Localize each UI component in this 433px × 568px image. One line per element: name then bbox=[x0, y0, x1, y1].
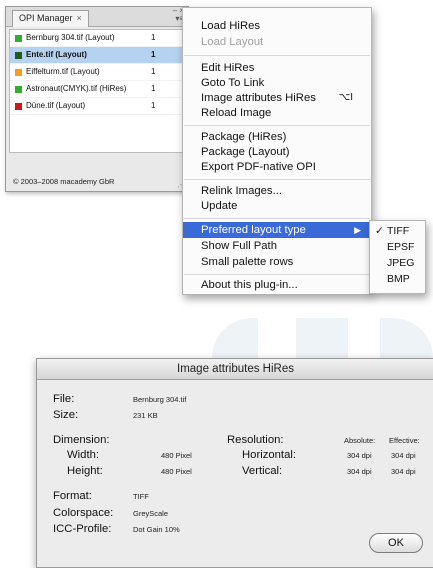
image-count: 1 bbox=[151, 84, 156, 93]
background-decoration bbox=[296, 318, 348, 360]
status-color-swatch bbox=[15, 35, 22, 42]
height-label: Height: bbox=[67, 465, 103, 477]
submenu-arrow-icon: ▶ bbox=[354, 225, 361, 235]
palette-tab-bar: OPI Manager × – × ▾≡ bbox=[6, 7, 188, 27]
status-color-swatch bbox=[15, 103, 22, 110]
submenu-item-bmp[interactable]: BMP bbox=[370, 271, 425, 287]
menu-item-relink-images[interactable]: Relink Images... bbox=[183, 183, 371, 199]
image-name: Ente.tif (Layout) bbox=[26, 50, 87, 59]
close-icon[interactable]: × bbox=[77, 13, 82, 23]
status-color-swatch bbox=[15, 52, 22, 59]
image-list: Bernburg 304.tif (Layout) 1 Ente.tif (La… bbox=[9, 29, 185, 153]
menu-item-update[interactable]: Update bbox=[183, 198, 371, 214]
dimension-label: Dimension: bbox=[53, 434, 110, 446]
menu-item-reload-image[interactable]: Reload Image bbox=[183, 105, 371, 121]
image-name: Düne.tif (Layout) bbox=[26, 101, 86, 110]
menu-item-small-palette-rows[interactable]: Small palette rows bbox=[183, 254, 371, 270]
menu-item-preferred-layout-type[interactable]: Preferred layout type ▶ bbox=[183, 222, 371, 238]
width-value: 480 Pixel bbox=[161, 451, 192, 460]
context-menu: Load HiRes Load Layout Edit HiRes Goto T… bbox=[182, 7, 372, 295]
horizontal-absolute-value: 304 dpi bbox=[347, 451, 372, 460]
menu-separator bbox=[184, 125, 370, 126]
list-item[interactable]: Düne.tif (Layout) 1 bbox=[10, 98, 184, 115]
dialog-title: Image attributes HiRes bbox=[177, 363, 294, 375]
size-value: 231 KB bbox=[133, 411, 158, 420]
list-item[interactable]: Bernburg 304.tif (Layout) 1 bbox=[10, 30, 184, 47]
file-value: Bernburg 304.tif bbox=[133, 395, 187, 404]
colorspace-value: GreyScale bbox=[133, 509, 169, 518]
size-label: Size: bbox=[53, 409, 79, 421]
menu-separator bbox=[184, 179, 370, 180]
ok-button[interactable]: OK bbox=[369, 533, 423, 553]
menu-item-image-attributes[interactable]: Image attributes HiRes ⌥I bbox=[183, 90, 371, 106]
menu-item-package-layout[interactable]: Package (Layout) bbox=[183, 144, 371, 160]
menu-item-show-full-path[interactable]: Show Full Path bbox=[183, 238, 371, 254]
image-attributes-dialog: Image attributes HiRes File: Bernburg 30… bbox=[36, 358, 433, 568]
icc-profile-value: Dot Gain 10% bbox=[133, 525, 180, 534]
image-count: 1 bbox=[151, 50, 156, 59]
image-count: 1 bbox=[151, 67, 156, 76]
list-item-selected[interactable]: Ente.tif (Layout) 1 bbox=[10, 47, 184, 64]
vertical-label: Vertical: bbox=[242, 465, 283, 477]
menu-item-package-hires[interactable]: Package (HiRes) bbox=[183, 129, 371, 145]
image-name: Bernburg 304.tif (Layout) bbox=[26, 33, 115, 42]
tab-opi-manager[interactable]: OPI Manager × bbox=[12, 10, 89, 27]
list-item[interactable]: Eiffelturm.tif (Layout) 1 bbox=[10, 64, 184, 81]
height-value: 480 Pixel bbox=[161, 467, 192, 476]
background-decoration bbox=[380, 318, 433, 360]
colorspace-label: Colorspace: bbox=[53, 507, 114, 519]
file-label: File: bbox=[53, 393, 75, 405]
horizontal-effective-value: 304 dpi bbox=[391, 451, 416, 460]
resolution-label: Resolution: bbox=[227, 434, 284, 446]
tab-title: OPI Manager bbox=[19, 13, 73, 23]
menu-item-goto-link[interactable]: Goto To Link bbox=[183, 75, 371, 91]
status-color-swatch bbox=[15, 86, 22, 93]
format-label: Format: bbox=[53, 490, 92, 502]
menu-item-export-pdf[interactable]: Export PDF-native OPI bbox=[183, 159, 371, 175]
layout-type-submenu: ✓ TIFF EPSF JPEG BMP bbox=[369, 220, 426, 294]
menu-item-load-layout: Load Layout bbox=[201, 36, 264, 48]
submenu-item-jpeg[interactable]: JPEG bbox=[370, 255, 425, 271]
image-count: 1 bbox=[151, 101, 156, 110]
menu-item-about[interactable]: About this plug-in... bbox=[183, 277, 371, 293]
submenu-item-tiff[interactable]: ✓ TIFF bbox=[370, 223, 425, 239]
vertical-absolute-value: 304 dpi bbox=[347, 467, 372, 476]
opi-manager-palette: OPI Manager × – × ▾≡ Bernburg 304.tif (La… bbox=[5, 6, 189, 192]
vertical-effective-value: 304 dpi bbox=[391, 467, 416, 476]
background-decoration bbox=[212, 318, 258, 360]
image-count: 1 bbox=[151, 33, 156, 42]
absolute-header: Absolute: bbox=[344, 436, 376, 445]
format-value: TIFF bbox=[133, 492, 149, 501]
submenu-item-epsf[interactable]: EPSF bbox=[370, 239, 425, 255]
width-label: Width: bbox=[67, 449, 100, 461]
menu-separator bbox=[184, 218, 370, 219]
menu-separator bbox=[184, 55, 370, 56]
menu-item-load-hires[interactable]: Load HiRes bbox=[183, 18, 371, 34]
menu-separator bbox=[184, 274, 370, 275]
copyright-text: © 2003–2008 macademy GbR bbox=[13, 177, 115, 186]
menu-item-edit-hires[interactable]: Edit HiRes bbox=[183, 60, 371, 76]
effective-header: Effective: bbox=[389, 436, 420, 445]
list-item[interactable]: Astronaut(CMYK).tif (HiRes) 1 bbox=[10, 81, 184, 98]
status-color-swatch bbox=[15, 69, 22, 76]
icc-profile-label: ICC-Profile: bbox=[53, 523, 112, 535]
checkmark-icon: ✓ bbox=[375, 225, 384, 237]
image-name: Eiffelturm.tif (Layout) bbox=[26, 67, 100, 76]
horizontal-label: Horizontal: bbox=[242, 449, 296, 461]
shortcut-label: ⌥I bbox=[338, 92, 353, 103]
dialog-title-bar: Image attributes HiRes bbox=[37, 359, 433, 380]
image-name: Astronaut(CMYK).tif (HiRes) bbox=[26, 84, 127, 93]
